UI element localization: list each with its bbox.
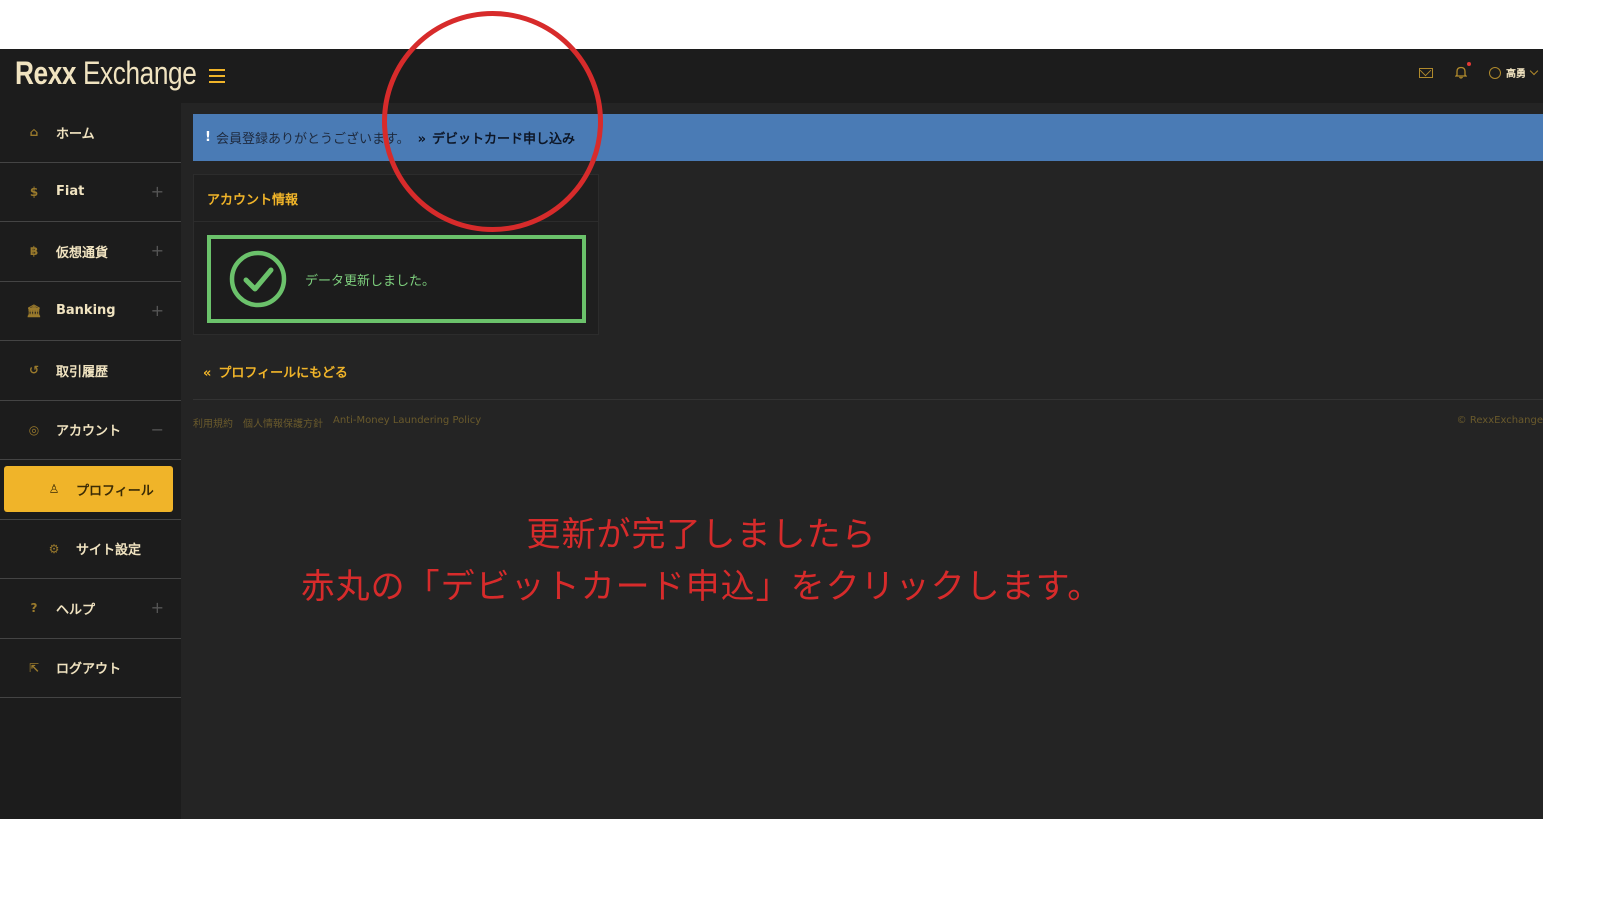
user-circle-icon xyxy=(1489,66,1501,79)
debit-card-apply-link[interactable]: » デビットカード申し込み xyxy=(418,128,575,147)
mail-icon[interactable] xyxy=(1419,67,1433,78)
success-alert: データ更新しました。 xyxy=(207,235,586,323)
sidebar-item-label: Banking xyxy=(56,303,116,319)
account-info-card: アカウント情報 データ更新しました。 xyxy=(193,174,599,335)
card-title: アカウント情報 xyxy=(194,175,598,222)
notification-dot xyxy=(1467,62,1471,66)
banner-message: 会員登録ありがとうございます。 xyxy=(215,132,410,147)
instruction-annotation: 更新が完了しましたら 赤丸の「デビットカード申込」をクリックします。 xyxy=(0,509,1543,613)
sidebar-item-fiat[interactable]: $ Fiat + xyxy=(0,163,181,222)
sidebar-item-account[interactable]: ◎ アカウント − xyxy=(0,401,181,460)
sidebar-item-label: アカウント xyxy=(56,424,122,440)
chevron-down-icon xyxy=(1529,66,1539,76)
link-label: デビットカード申し込み xyxy=(432,132,576,147)
sidebar-item-history[interactable]: ↺ 取引履歴 xyxy=(0,341,181,401)
footer-links: 利用規約 個人情報保護方針 Anti-Money Laundering Poli… xyxy=(193,415,481,430)
sidebar: ⌂ ホーム $ Fiat + ฿ 仮想通貨 + 🏛 Banking + ↺ 取引… xyxy=(0,103,181,819)
bank-icon: 🏛 xyxy=(26,303,42,318)
sidebar-item-banking[interactable]: 🏛 Banking + xyxy=(0,282,181,341)
user-name: 高勇 xyxy=(1506,69,1526,80)
collapse-icon[interactable]: − xyxy=(151,420,164,439)
home-icon: ⌂ xyxy=(29,125,39,140)
menu-toggle-icon[interactable] xyxy=(209,65,225,85)
logo[interactable]: Rexx Exchange xyxy=(15,55,197,92)
footer-link-aml[interactable]: Anti-Money Laundering Policy xyxy=(333,415,481,430)
bell-icon[interactable] xyxy=(1455,62,1471,79)
sidebar-item-home[interactable]: ⌂ ホーム xyxy=(0,103,181,163)
history-icon: ↺ xyxy=(28,363,40,378)
app-window: Rexx Exchange 高勇 ⌂ ホーム $ Fiat + ฿ 仮想通貨 +… xyxy=(0,49,1543,819)
back-to-profile-link[interactable]: « プロフィールにもどる xyxy=(203,362,348,381)
annotation-line-2: 赤丸の「デビットカード申込」をクリックします。 xyxy=(300,567,1103,607)
user-icon: ♙ xyxy=(48,482,60,497)
account-icon: ◎ xyxy=(28,422,40,437)
exclamation-icon: ! xyxy=(205,130,211,145)
dollar-icon: $ xyxy=(29,184,39,199)
footer-link-privacy[interactable]: 個人情報保護方針 xyxy=(243,415,323,430)
sidebar-item-label: プロフィール xyxy=(76,483,154,499)
top-bar: Rexx Exchange 高勇 xyxy=(0,49,1543,103)
sidebar-item-label: 仮想通貨 xyxy=(56,245,109,261)
link-label: プロフィールにもどる xyxy=(218,366,348,381)
expand-icon[interactable]: + xyxy=(151,182,164,201)
double-chevron-left-icon: « xyxy=(203,366,212,381)
sidebar-item-label: Fiat xyxy=(56,184,85,200)
notice-banner: ! 会員登録ありがとうございます。 » デビットカード申し込み xyxy=(193,114,1543,161)
check-circle-icon xyxy=(229,250,287,308)
footer-link-terms[interactable]: 利用規約 xyxy=(193,415,233,430)
alert-message: データ更新しました。 xyxy=(305,273,436,289)
user-menu[interactable]: 高勇 xyxy=(1489,65,1539,80)
bitcoin-icon: ฿ xyxy=(29,244,39,259)
sidebar-item-label: 取引履歴 xyxy=(56,364,109,380)
sidebar-item-label: ホーム xyxy=(56,126,95,142)
sidebar-item-label: ログアウト xyxy=(56,662,122,678)
annotation-line-1: 更新が完了しましたら xyxy=(526,515,877,555)
header-actions: 高勇 xyxy=(1419,62,1539,80)
expand-icon[interactable]: + xyxy=(151,301,164,320)
footer-divider xyxy=(193,399,1543,400)
sidebar-item-logout[interactable]: ⇱ ログアウト xyxy=(0,639,181,698)
expand-icon[interactable]: + xyxy=(151,241,164,260)
logout-icon: ⇱ xyxy=(28,660,40,675)
copyright: © RexxExchange xyxy=(1456,415,1543,426)
double-chevron-right-icon: » xyxy=(417,132,427,147)
sidebar-item-crypto[interactable]: ฿ 仮想通貨 + xyxy=(0,222,181,282)
